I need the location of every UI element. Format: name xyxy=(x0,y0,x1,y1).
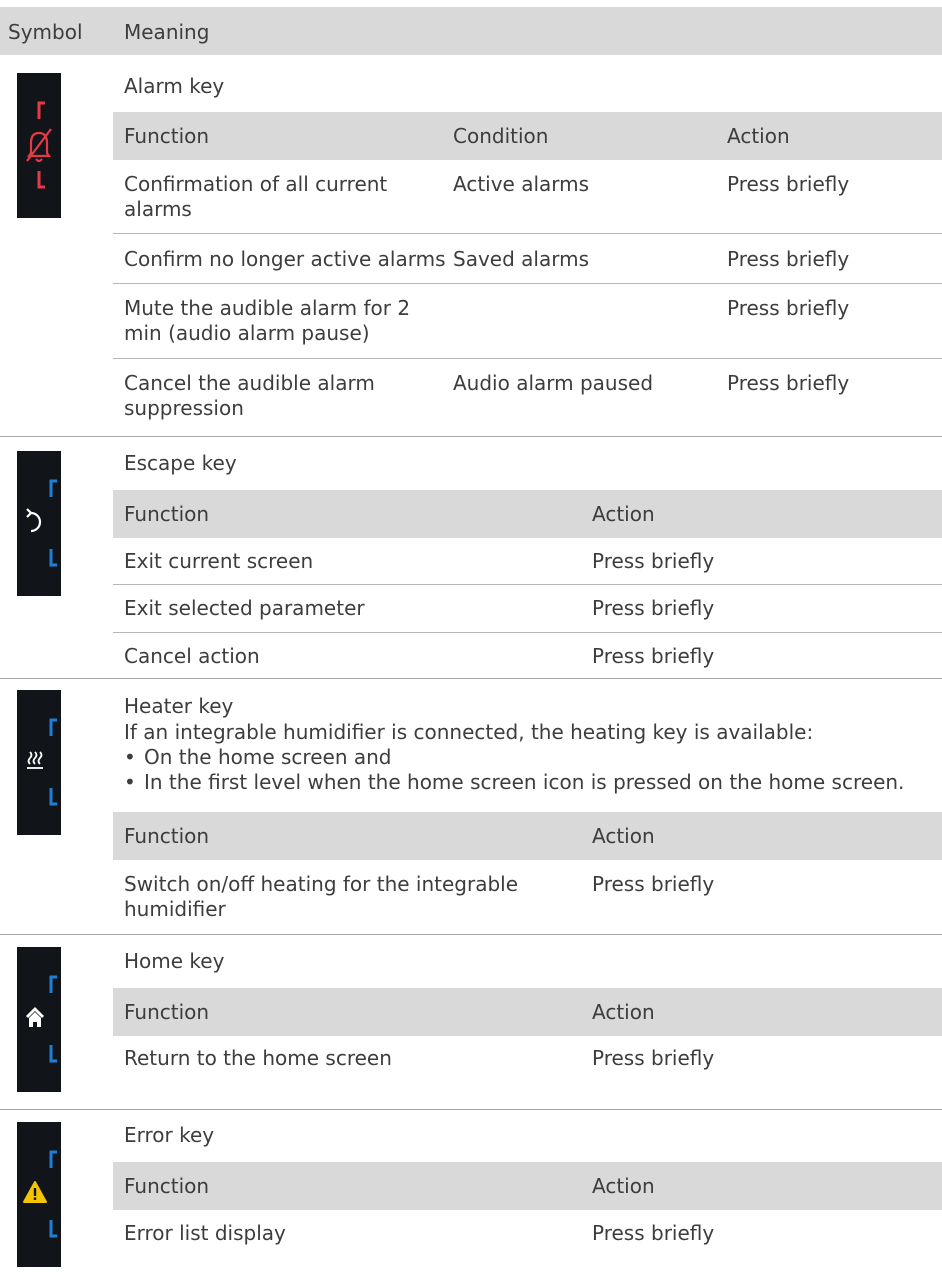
heater-icon xyxy=(27,751,43,769)
section-title: Home key xyxy=(124,949,225,973)
meaning-column-header: Meaning xyxy=(124,20,210,44)
row-divider xyxy=(113,632,942,633)
bell-muted-icon xyxy=(26,128,52,163)
column-header-function: Function xyxy=(124,1174,210,1198)
section-divider xyxy=(0,436,942,437)
escape-key-image xyxy=(17,451,61,596)
section-description: If an integrable humidifier is connected… xyxy=(124,720,934,795)
table-cell-condition: Active alarms xyxy=(453,172,590,196)
table-cell-function: Cancel action xyxy=(124,644,260,668)
table-cell-action: Press briefly xyxy=(592,872,715,896)
section-divider xyxy=(0,934,942,935)
table-cell-action: Press briefly xyxy=(592,1046,715,1070)
table-cell-function: Switch on/off heating for the integrable… xyxy=(124,872,519,921)
column-header-condition: Condition xyxy=(453,124,549,148)
section-divider xyxy=(0,1109,942,1110)
table-cell-action: Press briefly xyxy=(727,296,850,320)
row-divider xyxy=(113,283,942,284)
column-header-function: Function xyxy=(124,1000,210,1024)
table-cell-action: Press briefly xyxy=(592,644,715,668)
section-title: Error key xyxy=(124,1123,215,1147)
table-cell-function: Error list display xyxy=(124,1221,286,1245)
home-key-image xyxy=(17,947,61,1092)
table-cell-function: Confirmation of all current alarms xyxy=(124,172,388,221)
undo-arrow-icon xyxy=(26,508,42,533)
bullet-item: In the first level when the home screen … xyxy=(124,770,934,795)
table-cell-action: Press briefly xyxy=(727,172,850,196)
row-divider xyxy=(113,358,942,359)
section-title: Escape key xyxy=(124,451,237,475)
table-cell-function: Exit current screen xyxy=(124,549,314,573)
error-key-image xyxy=(17,1122,61,1267)
table-cell-function: Cancel the audible alarm suppression xyxy=(124,371,375,420)
table-header: Symbol Meaning xyxy=(0,7,942,55)
table-cell-action: Press briefly xyxy=(592,549,715,573)
table-cell-action: Press briefly xyxy=(727,247,850,271)
intro-text: If an integrable humidifier is connected… xyxy=(124,720,814,744)
alarm-key-image xyxy=(17,73,61,218)
column-header-action: Action xyxy=(592,1174,655,1198)
table-cell-function: Return to the home screen xyxy=(124,1046,392,1070)
column-header-function: Function xyxy=(124,124,210,148)
column-header-action: Action xyxy=(592,1000,655,1024)
table-cell-function: Confirm no longer active alarms xyxy=(124,247,446,271)
column-header-function: Function xyxy=(124,502,210,526)
section-table-header xyxy=(113,812,942,860)
table-cell-condition: Saved alarms xyxy=(453,247,589,271)
table-cell-action: Press briefly xyxy=(592,596,715,620)
section-title: Alarm key xyxy=(124,74,225,98)
column-header-function: Function xyxy=(124,824,210,848)
table-cell-function: Exit selected parameter xyxy=(124,596,365,620)
table-cell-action: Press briefly xyxy=(727,371,850,395)
section-title: Heater key xyxy=(124,694,234,718)
section-table-header xyxy=(113,490,942,538)
column-header-action: Action xyxy=(592,824,655,848)
section-table-header xyxy=(113,1162,942,1210)
column-header-action: Action xyxy=(592,502,655,526)
home-icon xyxy=(26,1007,44,1027)
heater-key-image xyxy=(17,690,61,835)
row-divider xyxy=(113,584,942,585)
table-cell-condition: Audio alarm paused xyxy=(453,371,654,395)
table-cell-function: Mute the audible alarm for 2 min (audio … xyxy=(124,296,411,345)
section-divider xyxy=(0,678,942,679)
row-divider xyxy=(113,233,942,234)
section-table-header xyxy=(113,988,942,1036)
column-header-action: Action xyxy=(727,124,790,148)
table-cell-action: Press briefly xyxy=(592,1221,715,1245)
symbol-column-header: Symbol xyxy=(8,20,83,44)
warning-icon xyxy=(23,1181,47,1203)
bullet-item: On the home screen and xyxy=(124,745,934,770)
